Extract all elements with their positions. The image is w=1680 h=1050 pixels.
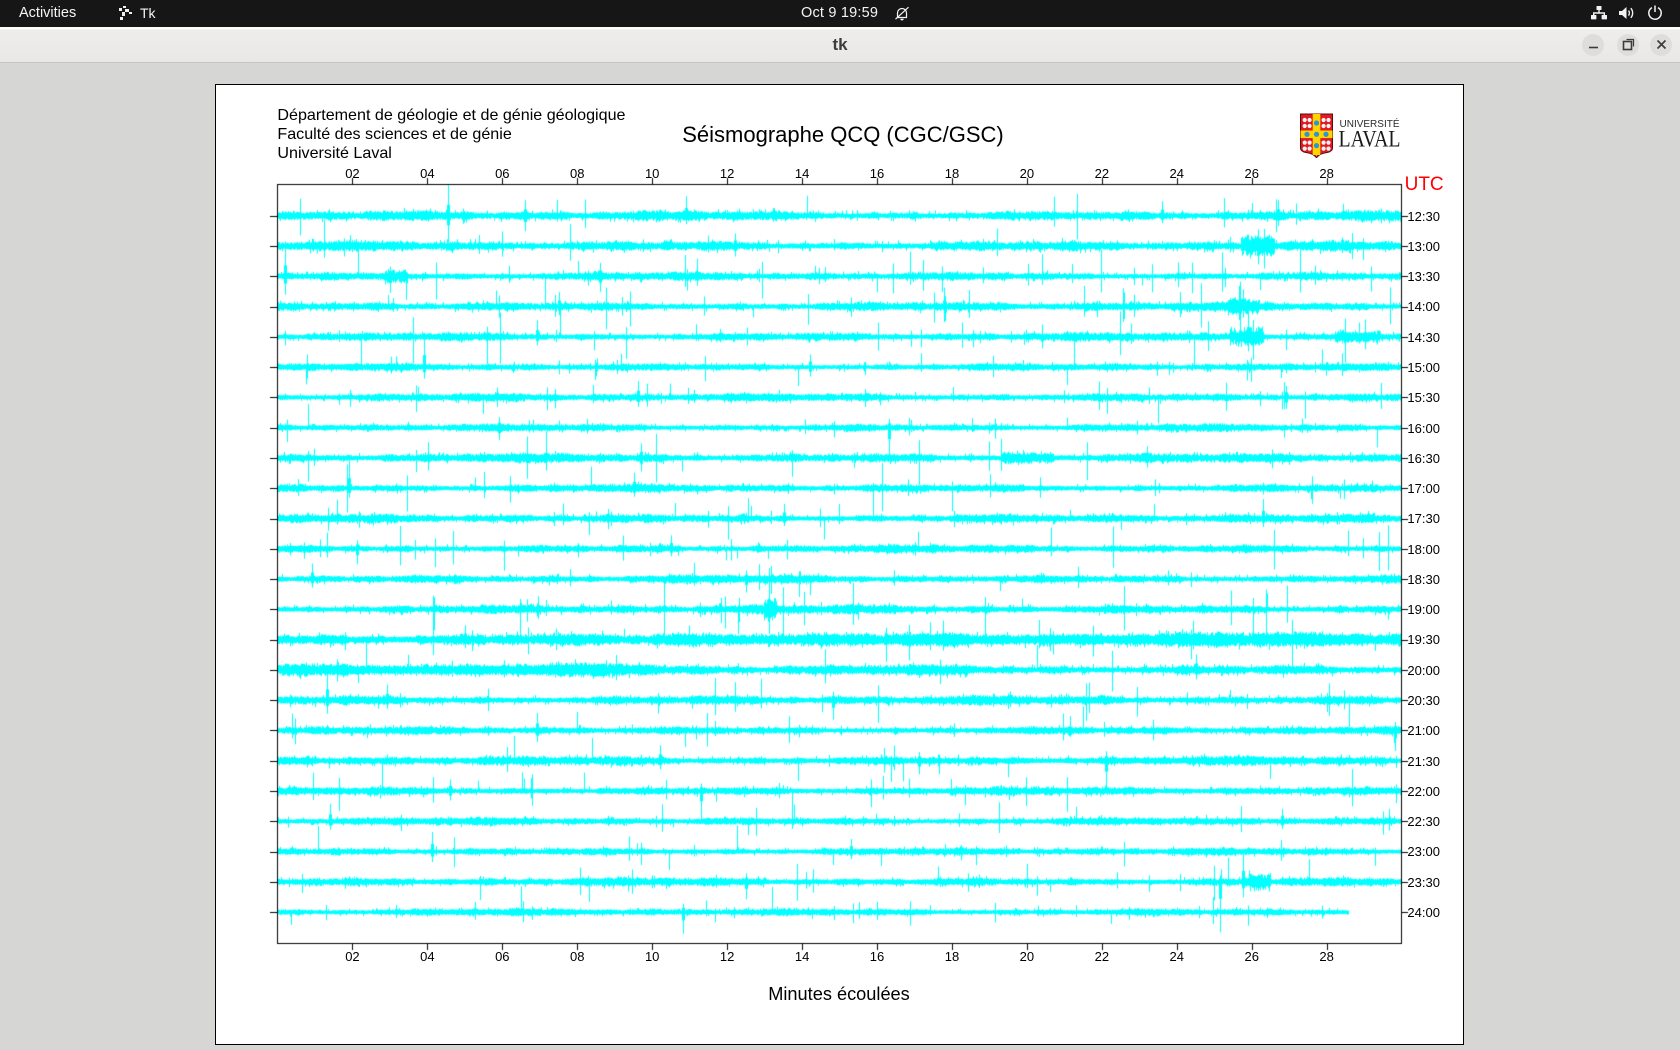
svg-text:LAVAL: LAVAL	[1339, 127, 1401, 153]
